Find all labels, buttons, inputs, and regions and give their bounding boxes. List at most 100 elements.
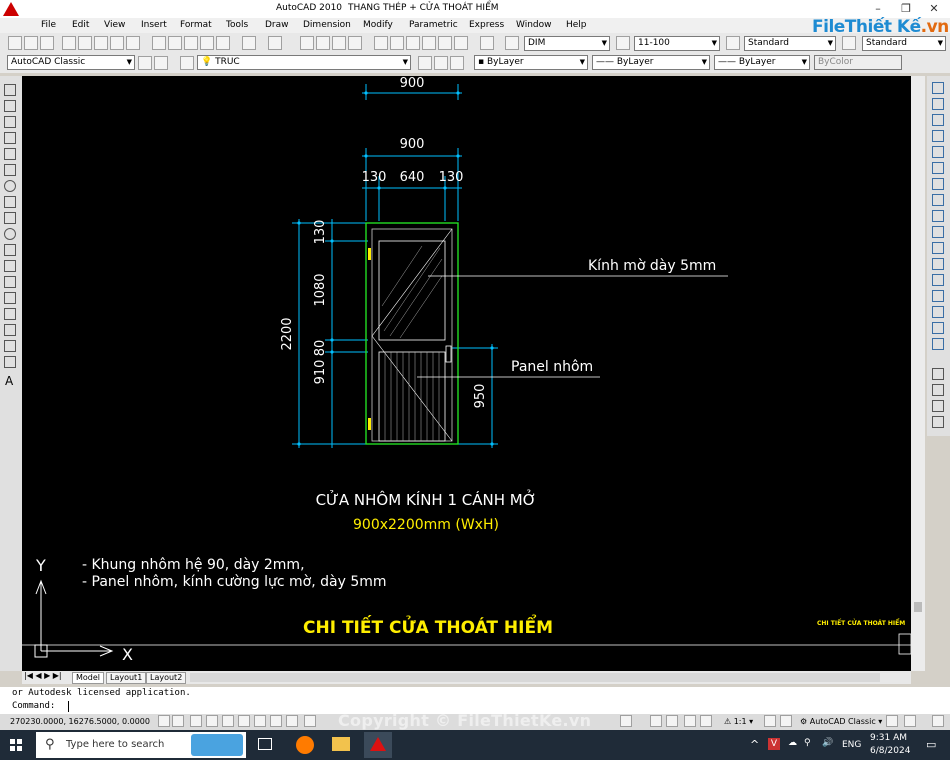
text-style-select[interactable]: DIM ▼ xyxy=(524,36,610,51)
dim-style-select[interactable]: 11-100 ▼ xyxy=(634,36,720,51)
file-explorer-icon[interactable] xyxy=(332,737,350,751)
tab-nav-arrows-icon[interactable]: |◀ ◀ ▶ ▶| xyxy=(24,671,62,680)
menu-draw[interactable]: Draw xyxy=(265,20,289,30)
firefox-icon[interactable] xyxy=(296,736,314,754)
point-icon[interactable] xyxy=(4,292,16,304)
menu-edit[interactable]: Edit xyxy=(72,20,89,30)
menu-parametric[interactable]: Parametric xyxy=(409,20,458,30)
ellipse-icon[interactable] xyxy=(4,228,16,240)
showmotion-icon[interactable] xyxy=(700,715,712,727)
scrollbar-thumb[interactable] xyxy=(914,602,922,612)
close-icon[interactable]: ✕ xyxy=(920,1,948,17)
copy-object-icon[interactable] xyxy=(932,98,944,110)
menu-file[interactable]: File xyxy=(41,20,56,30)
join-icon[interactable] xyxy=(932,290,944,302)
send-to-back-icon[interactable] xyxy=(932,400,944,412)
vertical-scrollbar[interactable] xyxy=(911,76,925,671)
object-snap-tracking-icon[interactable] xyxy=(238,715,250,727)
ellipse-arc-icon[interactable] xyxy=(4,244,16,256)
table-icon[interactable] xyxy=(4,356,16,368)
lineweight-select[interactable]: —— ByLayer ▼ xyxy=(714,55,810,70)
paste-icon[interactable] xyxy=(184,36,198,50)
revision-cloud-icon[interactable] xyxy=(4,196,16,208)
steeringwheel-icon[interactable] xyxy=(684,715,696,727)
zoom-status-icon[interactable] xyxy=(666,715,678,727)
hardware-acceleration-icon[interactable] xyxy=(904,715,916,727)
tab-layout1[interactable]: Layout1 xyxy=(106,672,147,684)
bring-to-front-icon[interactable] xyxy=(932,384,944,396)
clean-screen-icon[interactable] xyxy=(932,715,944,727)
annotation-visibility-icon[interactable] xyxy=(764,715,776,727)
construction-line-icon[interactable] xyxy=(4,100,16,112)
tab-layout2[interactable]: Layout2 xyxy=(146,672,187,684)
annotation-scale[interactable]: ⚠ 1:1 ▾ xyxy=(724,717,753,726)
explode-icon[interactable] xyxy=(932,338,944,350)
lineweight-icon[interactable] xyxy=(286,715,298,727)
open-icon[interactable] xyxy=(24,36,38,50)
object-snap-icon[interactable] xyxy=(222,715,234,727)
spline-icon[interactable] xyxy=(4,212,16,224)
auto-scale-icon[interactable] xyxy=(780,715,792,727)
offset-icon[interactable] xyxy=(932,130,944,142)
circle-icon[interactable] xyxy=(4,180,16,192)
publish-icon[interactable] xyxy=(94,36,108,50)
workspace-settings-icon[interactable] xyxy=(138,56,152,70)
rotate-icon[interactable] xyxy=(932,178,944,190)
command-input[interactable] xyxy=(68,701,69,712)
make-current-layer-icon[interactable] xyxy=(418,56,432,70)
drawing-canvas[interactable]: 900 900 130 640 130 2200 130 1080 80 910… xyxy=(22,76,911,671)
pan-icon[interactable] xyxy=(300,36,314,50)
array-icon[interactable] xyxy=(932,146,944,158)
autocad-taskbar-button[interactable] xyxy=(364,732,392,758)
menu-view[interactable]: View xyxy=(104,20,125,30)
polar-tracking-icon[interactable] xyxy=(206,715,218,727)
sheet-set-icon[interactable] xyxy=(422,36,436,50)
network-icon[interactable]: ⚲ xyxy=(804,738,811,748)
scale-icon[interactable] xyxy=(932,194,944,206)
layer-previous-icon[interactable] xyxy=(434,56,448,70)
new-icon[interactable] xyxy=(8,36,22,50)
lock-icon[interactable] xyxy=(886,715,898,727)
trim-icon[interactable] xyxy=(932,226,944,238)
clock-date[interactable]: 6/8/2024 xyxy=(870,746,910,756)
erase-icon[interactable] xyxy=(932,82,944,94)
language-indicator[interactable]: ENG xyxy=(842,740,861,750)
layer-states-icon[interactable] xyxy=(450,56,464,70)
help-icon[interactable] xyxy=(480,36,494,50)
zoom-realtime-icon[interactable] xyxy=(316,36,330,50)
polyline-icon[interactable] xyxy=(4,116,16,128)
layer-properties-icon[interactable] xyxy=(180,56,194,70)
multiline-text-icon[interactable]: A xyxy=(5,374,13,388)
tool-palettes-icon[interactable] xyxy=(406,36,420,50)
model-space-icon[interactable] xyxy=(620,715,632,727)
region-icon[interactable] xyxy=(4,340,16,352)
insert-block-icon[interactable] xyxy=(4,260,16,272)
preview-icon[interactable] xyxy=(78,36,92,50)
extend-icon[interactable] xyxy=(932,242,944,254)
layer-select[interactable]: 💡 TRUC ▼ xyxy=(197,55,411,70)
taskbar-search-box[interactable]: ⚲ Type here to search xyxy=(36,732,246,758)
color-select[interactable]: ▪ ByLayer ▼ xyxy=(474,55,588,70)
break-icon[interactable] xyxy=(932,274,944,286)
3d-print-icon[interactable] xyxy=(110,36,124,50)
menu-dimension[interactable]: Dimension xyxy=(303,20,351,30)
draw-order-icon[interactable] xyxy=(932,368,944,380)
menu-tools[interactable]: Tools xyxy=(226,20,248,30)
clock-time[interactable]: 9:31 AM xyxy=(870,733,907,743)
volume-icon[interactable]: 🔊 xyxy=(822,738,833,748)
save-icon[interactable] xyxy=(40,36,54,50)
windows-start-icon[interactable] xyxy=(10,739,22,751)
block-editor-icon[interactable] xyxy=(216,36,230,50)
chamfer-icon[interactable] xyxy=(932,306,944,318)
design-center-icon[interactable] xyxy=(390,36,404,50)
customize-icon[interactable] xyxy=(154,56,168,70)
arc-icon[interactable] xyxy=(4,164,16,176)
stretch-icon[interactable] xyxy=(932,210,944,222)
tab-model[interactable]: Model xyxy=(72,672,105,684)
redo-icon[interactable] xyxy=(268,36,282,50)
zoom-previous-icon[interactable] xyxy=(348,36,362,50)
autocad-logo-icon[interactable] xyxy=(3,2,19,16)
plot-icon[interactable] xyxy=(62,36,76,50)
rectangle-icon[interactable] xyxy=(4,148,16,160)
quick-properties-icon[interactable] xyxy=(304,715,316,727)
